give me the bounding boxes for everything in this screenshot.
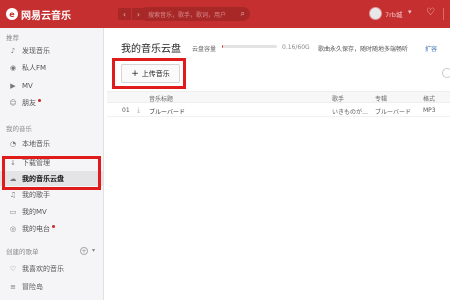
column-header-artist[interactable]: 歌手: [332, 94, 344, 103]
capacity-progress-fill: [222, 45, 223, 48]
divider: [443, 8, 444, 20]
row-album[interactable]: ブルーバード: [375, 107, 417, 116]
search-icon[interactable]: ⌕: [241, 9, 245, 19]
chevron-down-icon[interactable]: ▾: [92, 247, 95, 254]
capacity-progress-bar: [222, 45, 277, 48]
sidebar-item-local-music[interactable]: ◔ 本地音乐: [0, 136, 103, 151]
sidebar-item-label: 私人FM: [22, 63, 47, 72]
heart-icon: ♡: [9, 264, 17, 273]
sidebar-item-label: 我喜欢的音乐: [22, 264, 64, 273]
app-name: 网易云音乐: [21, 10, 71, 22]
highlight-box-upload: [112, 58, 186, 89]
sidebar-item-mv[interactable]: ▶ MV: [0, 78, 103, 93]
chevron-left-icon: ‹: [122, 9, 127, 19]
expand-capacity-link[interactable]: 扩容: [425, 44, 437, 53]
sidebar-item-discover[interactable]: ♪ 发现音乐: [0, 43, 103, 58]
avatar[interactable]: [369, 7, 382, 20]
search-input[interactable]: 搜索音乐，歌手，歌词，用户 ⌕: [140, 7, 250, 21]
download-icon[interactable]: ⤓: [137, 106, 140, 115]
capacity-value: 0.16/60G: [282, 44, 310, 51]
table-row[interactable]: 01 ⤓ ブルーバード いきものが… ブルーバード MP3: [107, 104, 450, 117]
mv-icon: ▭: [9, 207, 17, 216]
station-icon: ◎: [9, 224, 17, 233]
sidebar-item-label: 本地音乐: [22, 139, 50, 148]
row-format: MP3: [423, 107, 436, 114]
music-note-icon: ♪: [10, 46, 16, 55]
page-title: 我的音乐云盘: [121, 44, 181, 55]
column-header-format[interactable]: 格式: [423, 94, 435, 103]
username[interactable]: 7rb城: [385, 9, 402, 19]
radio-icon: ◉: [9, 63, 17, 72]
notification-dot: [52, 225, 55, 228]
capacity-label: 云盘容量: [192, 46, 217, 53]
sidebar-item-playlist[interactable]: ≡ 冒险岛: [0, 279, 103, 294]
table-header: 音乐标题 歌手 专辑 格式: [107, 91, 450, 103]
sidebar-item-label: 朋友: [22, 98, 36, 107]
sidebar-item-liked-music[interactable]: ♡ 我喜欢的音乐: [0, 261, 103, 276]
sidebar-item-label: 我的电台: [22, 224, 50, 233]
row-index: 01: [122, 107, 130, 114]
sidebar-item-label: 我的歌手: [22, 190, 50, 199]
singer-icon: ♫: [9, 190, 17, 199]
sidebar-section-my-music: 我的音乐: [6, 125, 32, 133]
row-artist[interactable]: いきものが…: [332, 107, 368, 116]
sidebar-section-created-playlists: 创建的歌单: [6, 248, 39, 256]
local-music-icon: ◔: [9, 139, 17, 148]
sidebar-item-label: 发现音乐: [22, 46, 50, 55]
highlight-box-cloud-drive: [2, 156, 101, 190]
sidebar-item-label: 冒险岛: [22, 282, 43, 291]
chevron-down-icon[interactable]: ▾: [408, 8, 412, 16]
back-button[interactable]: ‹: [118, 8, 131, 20]
netease-logo-icon: e: [6, 8, 18, 20]
top-bar: e 网易云音乐 ‹ › 搜索音乐，歌手，歌词，用户 ⌕ 7rb城 ▾ ♡: [0, 0, 450, 28]
friends-icon: ☺: [9, 98, 17, 107]
skin-icon[interactable]: ♡: [426, 7, 435, 18]
search-placeholder: 搜索音乐，歌手，歌词，用户: [148, 11, 227, 19]
notification-dot: [38, 99, 41, 102]
add-playlist-icon[interactable]: +: [80, 247, 88, 255]
more-options-button[interactable]: [442, 68, 450, 78]
video-icon: ▶: [10, 81, 16, 90]
sidebar-item-friends[interactable]: ☺ 朋友: [0, 95, 103, 110]
sidebar-section-recommend: 推荐: [6, 34, 19, 42]
row-title: ブルーバード: [149, 109, 185, 116]
sidebar-item-my-station[interactable]: ◎ 我的电台: [0, 221, 103, 236]
capacity-promo-text: 歌曲永久保存，随时随地多端畅听: [318, 46, 409, 53]
sidebar-item-my-mv[interactable]: ▭ 我的MV: [0, 204, 103, 219]
column-header-title[interactable]: 音乐标题: [149, 94, 173, 103]
sidebar-item-fm[interactable]: ◉ 私人FM: [0, 60, 103, 75]
column-header-album[interactable]: 专辑: [375, 94, 387, 103]
app-logo[interactable]: e 网易云音乐: [6, 7, 71, 22]
sidebar-item-label: 我的MV: [22, 207, 47, 216]
playlist-icon: ≡: [10, 282, 16, 291]
sidebar-item-label: MV: [22, 81, 33, 90]
